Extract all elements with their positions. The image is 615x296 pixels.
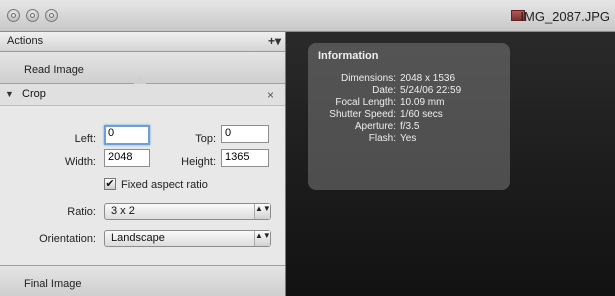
top-field[interactable]: 0	[221, 125, 269, 143]
remove-action-icon[interactable]: ×	[267, 88, 274, 102]
info-key: Date:	[372, 85, 396, 96]
minimize-window-icon[interactable]	[26, 9, 39, 22]
ratio-popup[interactable]: 3 x 2 ▲▼	[104, 203, 271, 220]
step-label: Read Image	[24, 64, 84, 76]
step-read-image[interactable]: Read Image	[0, 52, 285, 92]
actions-label: Actions	[7, 35, 44, 47]
fixed-aspect-label[interactable]: Fixed aspect ratio	[121, 179, 208, 191]
height-label: Height:	[181, 156, 216, 168]
left-field[interactable]: 0	[104, 125, 150, 145]
info-value: Yes	[400, 133, 417, 144]
popup-arrows-icon: ▲▼	[254, 231, 271, 246]
info-row: Aperture: f/3.5	[308, 121, 510, 133]
close-window-icon[interactable]	[7, 9, 20, 22]
step-final-image[interactable]: Final Image	[0, 265, 285, 296]
image-viewer[interactable]: Information Dimensions: 2048 x 1536 Date…	[286, 32, 615, 296]
height-field[interactable]: 1365	[221, 149, 269, 167]
info-key: Shutter Speed:	[329, 109, 396, 120]
info-value: 5/24/06 22:59	[400, 85, 462, 96]
title-bar: IMG_2087.JPG	[0, 0, 615, 32]
window-title: IMG_2087.JPG	[520, 9, 610, 24]
popup-arrows-icon: ▲▼	[254, 204, 271, 219]
ratio-value: 3 x 2	[111, 205, 135, 217]
info-value: 2048 x 1536	[400, 73, 456, 84]
orientation-label: Orientation:	[39, 233, 96, 245]
add-action-menu-button[interactable]: +▾	[268, 34, 281, 48]
ratio-label: Ratio:	[67, 206, 96, 218]
info-row: Flash: Yes	[308, 133, 510, 145]
width-field[interactable]: 2048	[104, 149, 150, 167]
info-value: 10.09 mm	[400, 97, 445, 108]
disclosure-triangle-icon[interactable]: ▼	[5, 89, 14, 99]
left-label: Left:	[74, 133, 96, 145]
info-row: Dimensions: 2048 x 1536	[308, 73, 510, 85]
orientation-popup[interactable]: Landscape ▲▼	[104, 230, 271, 247]
info-key: Dimensions:	[340, 73, 396, 84]
info-key: Aperture:	[354, 121, 396, 132]
crop-title: Crop	[22, 88, 46, 100]
info-key: Flash:	[368, 133, 396, 144]
orientation-value: Landscape	[111, 232, 165, 244]
fixed-aspect-checkbox[interactable]: ✔	[104, 178, 116, 190]
info-title: Information	[318, 50, 379, 62]
top-label: Top:	[195, 133, 216, 145]
actions-header: Actions +▾	[0, 32, 285, 52]
info-value: 1/60 secs	[400, 109, 443, 120]
information-panel: Information Dimensions: 2048 x 1536 Date…	[308, 43, 510, 190]
zoom-window-icon[interactable]	[45, 9, 58, 22]
info-value: f/3.5	[400, 121, 420, 132]
info-row: Focal Length: 10.09 mm	[308, 97, 510, 109]
info-row: Date: 5/24/06 22:59	[308, 85, 510, 97]
width-label: Width:	[64, 156, 96, 168]
actions-sidebar: Actions +▾ Read Image ▼ Crop × Left: 0 T…	[0, 32, 286, 296]
crop-action-header[interactable]: ▼ Crop ×	[0, 84, 285, 106]
info-key: Focal Length:	[335, 97, 396, 108]
step-label: Final Image	[24, 278, 82, 290]
info-row: Shutter Speed: 1/60 secs	[308, 109, 510, 121]
